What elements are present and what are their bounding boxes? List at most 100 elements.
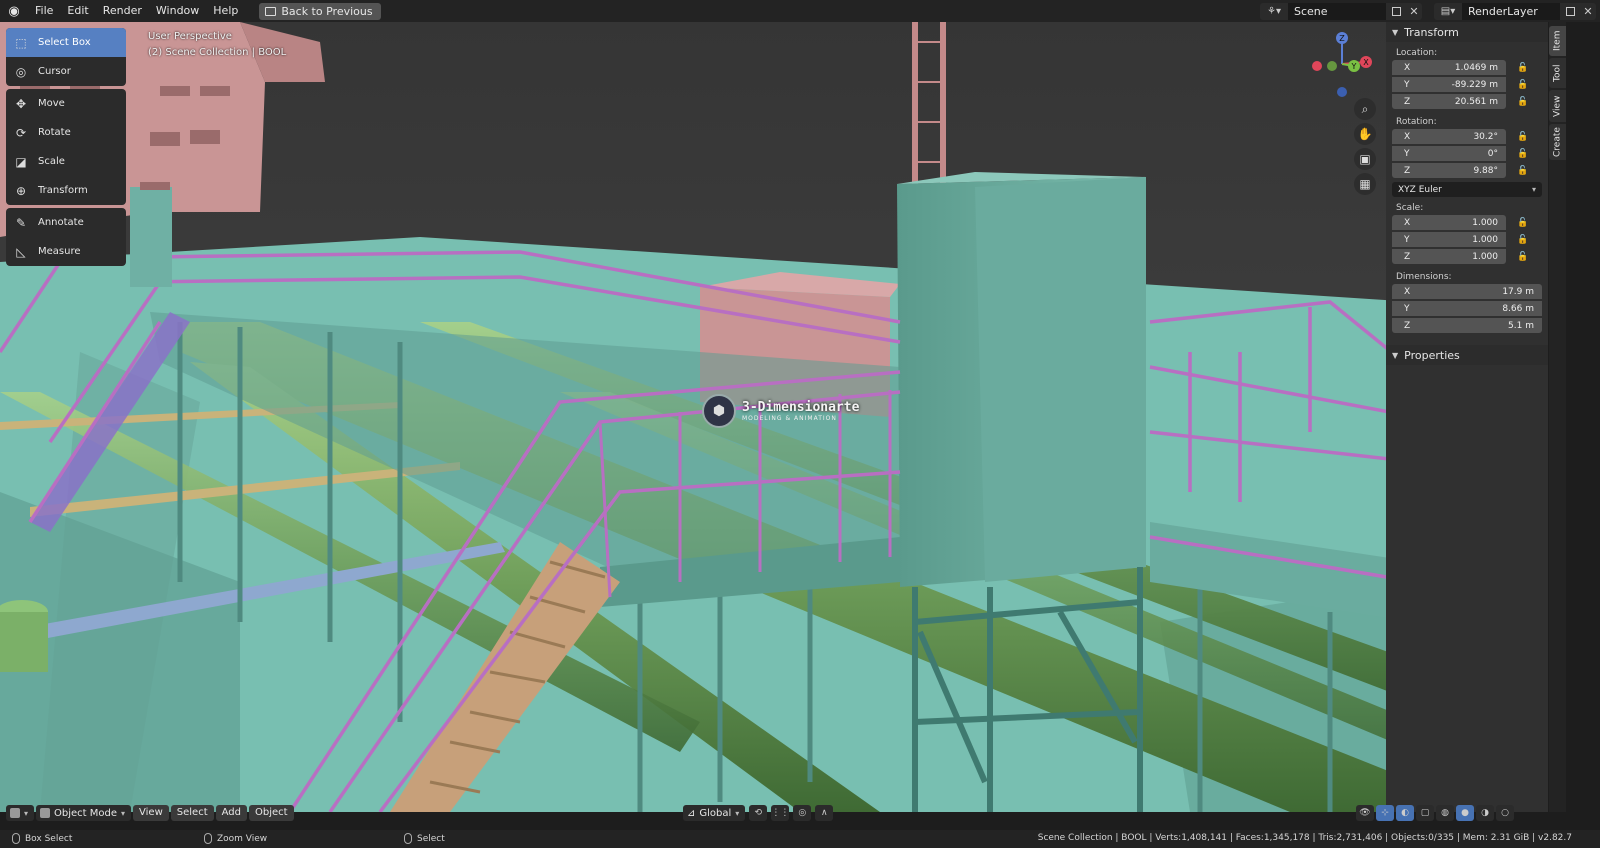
solid-shading-icon[interactable]: ● (1456, 805, 1474, 821)
menu-window[interactable]: Window (149, 0, 206, 22)
location-y-field[interactable]: Y -89.229 m (1392, 77, 1506, 92)
tab-view[interactable]: View (1549, 90, 1566, 122)
axis-label: Y (1404, 79, 1410, 90)
rotation-z-field[interactable]: Z 9.88° (1392, 163, 1506, 178)
menu-render[interactable]: Render (96, 0, 149, 22)
mode-dropdown[interactable]: Object Mode ▾ (36, 805, 132, 821)
transform-panel-header[interactable]: ▼ Transform (1386, 22, 1548, 42)
axis-gizmo-icon[interactable]: Z X Y (1306, 26, 1396, 110)
tool-label: Measure (38, 246, 81, 257)
snap-icon[interactable]: ⋮⋮ (771, 805, 790, 821)
object-menu[interactable]: Object (249, 805, 294, 821)
rotation-z-row: Z 9.88° 🔓 (1386, 163, 1548, 178)
tool-move[interactable]: ✥ Move (6, 89, 126, 118)
tool-scale[interactable]: ◪ Scale (6, 147, 126, 176)
scene-icon[interactable]: ⚘▾ (1260, 2, 1288, 20)
lock-icon[interactable]: 🔓 (1516, 132, 1530, 142)
lock-icon[interactable]: 🔓 (1516, 149, 1530, 159)
render-layer-icon[interactable]: ▤▾ (1434, 2, 1462, 20)
pivot-icon[interactable]: ⟲ (749, 805, 768, 821)
axis-label: X (1404, 286, 1411, 297)
scale-y-field[interactable]: Y 1.000 (1392, 232, 1506, 247)
lock-icon[interactable]: 🔓 (1516, 252, 1530, 262)
tab-create[interactable]: Create (1549, 124, 1566, 160)
orientation-dropdown[interactable]: ⊿ Global ▾ (683, 805, 746, 821)
view-menu[interactable]: View (133, 805, 169, 821)
menu-help[interactable]: Help (206, 0, 245, 22)
lock-icon[interactable]: 🔓 (1516, 97, 1530, 107)
location-x-value: 1.0469 m (1454, 62, 1498, 73)
dimensions-z-field[interactable]: Z 5.1 m (1392, 318, 1542, 333)
mouse-middle-icon (204, 833, 212, 844)
location-x-field[interactable]: X 1.0469 m (1392, 60, 1506, 75)
rotation-mode-dropdown[interactable]: XYZ Euler ▾ (1392, 182, 1542, 197)
xray-icon[interactable]: ▢ (1416, 805, 1434, 821)
scale-z-field[interactable]: Z 1.000 (1392, 249, 1506, 264)
tool-label: Transform (38, 185, 88, 196)
measure-icon: ◺ (16, 244, 26, 259)
transform-tools-group: ✥ Move ⟳ Rotate ◪ Scale ⊕ Transform (6, 89, 126, 205)
rendered-icon[interactable]: ○ (1496, 805, 1514, 821)
properties-panel-header[interactable]: ▼ Properties (1386, 345, 1548, 365)
new-layer-icon[interactable] (1560, 2, 1580, 20)
location-z-row: Z 20.561 m 🔓 (1386, 94, 1548, 109)
tool-measure[interactable]: ◺ Measure (6, 237, 126, 266)
scene-selector: ⚘▾ Scene ✕ (1260, 2, 1422, 20)
delete-scene-icon[interactable]: ✕ (1406, 2, 1422, 20)
tool-rotate[interactable]: ⟳ Rotate (6, 118, 126, 147)
back-to-previous-button[interactable]: Back to Previous (259, 2, 381, 20)
blender-logo-icon[interactable]: ◉ (0, 0, 28, 22)
editor-type-button[interactable]: ▾ (6, 805, 35, 821)
tool-transform[interactable]: ⊕ Transform (6, 176, 126, 205)
pan-hand-icon[interactable]: ✋ (1354, 123, 1376, 145)
rotation-y-field[interactable]: Y 0° (1392, 146, 1506, 161)
new-scene-icon[interactable] (1386, 2, 1406, 20)
proportional-edit-icon[interactable]: ◎ (793, 805, 812, 821)
lock-icon[interactable]: 🔓 (1516, 218, 1530, 228)
render-layer-field[interactable]: RenderLayer (1462, 2, 1560, 20)
tool-label: Rotate (38, 127, 71, 138)
tool-annotate[interactable]: ✎ Annotate (6, 208, 126, 237)
mouse-left-icon (12, 833, 20, 844)
scene-name-field[interactable]: Scene (1288, 2, 1386, 20)
tool-cursor[interactable]: ◎ Cursor (6, 57, 126, 86)
rotation-x-field[interactable]: X 30.2° (1392, 129, 1506, 144)
tab-item[interactable]: Item (1549, 26, 1566, 56)
material-preview-icon[interactable]: ◑ (1476, 805, 1494, 821)
dimensions-x-field[interactable]: X 17.9 m (1392, 284, 1542, 299)
status-right-label: Select (417, 833, 445, 844)
zoom-icon[interactable]: ⌕ (1354, 98, 1376, 120)
delete-layer-icon[interactable]: ✕ (1580, 2, 1596, 20)
overlay-icon[interactable]: ◐ (1396, 805, 1414, 821)
editor-type-icon (10, 808, 20, 818)
3d-viewport[interactable]: User Perspective (2) Scene Collection | … (0, 22, 1416, 812)
menu-file[interactable]: File (28, 0, 60, 22)
visibility-icon[interactable]: 👁 (1356, 805, 1374, 821)
axis-label: Y (1404, 234, 1410, 245)
scale-y-value: 1.000 (1472, 234, 1498, 245)
collection-label: (2) Scene Collection | BOOL (148, 47, 287, 58)
dimensions-y-field[interactable]: Y 8.66 m (1392, 301, 1542, 316)
select-menu[interactable]: Select (170, 805, 214, 821)
tab-tool[interactable]: Tool (1549, 58, 1566, 88)
chevron-down-icon: ▾ (121, 808, 126, 818)
menu-edit[interactable]: Edit (60, 0, 95, 22)
gizmo-toggle-icon[interactable]: ⊹ (1376, 805, 1394, 821)
camera-icon[interactable]: ▣ (1354, 148, 1376, 170)
navigation-gizmo[interactable]: Z X Y (1306, 26, 1396, 110)
lock-icon[interactable]: 🔓 (1516, 80, 1530, 90)
tool-select-box[interactable]: ⬚ Select Box (6, 28, 126, 57)
falloff-icon[interactable]: ∧ (815, 805, 834, 821)
scale-x-field[interactable]: X 1.000 (1392, 215, 1506, 230)
lock-icon[interactable]: 🔓 (1516, 63, 1530, 73)
location-x-row: X 1.0469 m 🔓 (1386, 60, 1548, 75)
lock-icon[interactable]: 🔓 (1516, 235, 1530, 245)
shading-controls: 👁 ⊹ ◐ ▢ ◍ ● ◑ ○ (1356, 805, 1514, 821)
viewport-menu: ▾ Object Mode ▾ View Select Add Object (6, 805, 294, 821)
add-menu[interactable]: Add (215, 805, 247, 821)
cube-logo-icon: ⬢ (702, 394, 736, 428)
ortho-grid-icon[interactable]: ▦ (1354, 173, 1376, 195)
wireframe-icon[interactable]: ◍ (1436, 805, 1454, 821)
location-z-field[interactable]: Z 20.561 m (1392, 94, 1506, 109)
lock-icon[interactable]: 🔓 (1516, 166, 1530, 176)
